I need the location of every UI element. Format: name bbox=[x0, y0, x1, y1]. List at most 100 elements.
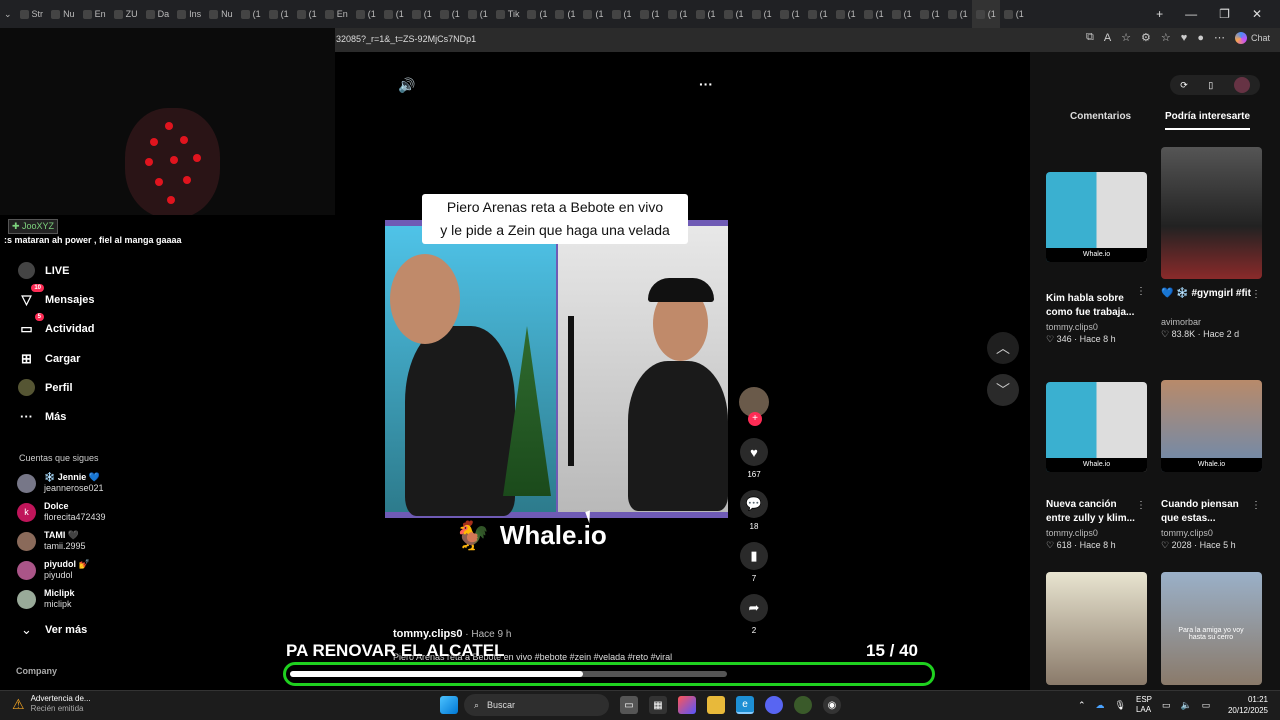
following-item[interactable]: Miclipk miclipk bbox=[17, 588, 75, 610]
open-app-icon[interactable]: ⧉ bbox=[1086, 31, 1094, 44]
language-indicator[interactable]: ESP LAA bbox=[1136, 695, 1152, 715]
author-avatar-button[interactable]: + bbox=[738, 385, 770, 427]
browser-tab[interactable]: (1 bbox=[408, 0, 436, 28]
suggested-video-card[interactable]: 💙 ❄️ #gymgirl #fit avimorbar ♡ 83.8K · H… bbox=[1161, 147, 1263, 340]
browser-tab[interactable]: En bbox=[321, 0, 352, 28]
refresh-icon[interactable]: ⟳ bbox=[1180, 80, 1188, 91]
browser-tab[interactable]: (1 bbox=[916, 0, 944, 28]
browser-tab[interactable]: (1 bbox=[888, 0, 916, 28]
device-icon[interactable]: ▯ bbox=[1208, 80, 1213, 91]
close-window-button[interactable]: ✕ bbox=[1252, 7, 1262, 21]
nav-live[interactable]: LIVE bbox=[18, 262, 69, 279]
volume-tray-icon[interactable]: 🔈 bbox=[1181, 700, 1192, 711]
card-more-icon[interactable]: ⋮ bbox=[1136, 286, 1146, 297]
browser-tab[interactable]: (1 bbox=[523, 0, 551, 28]
browser-tab[interactable]: (1 bbox=[579, 0, 607, 28]
suggested-video-card[interactable]: Para la amiga yo voy hasta su cerro bbox=[1161, 572, 1263, 685]
card-more-icon[interactable]: ⋮ bbox=[1251, 289, 1261, 300]
new-tab-button[interactable]: + bbox=[1156, 7, 1163, 21]
profile-avatar-icon[interactable]: ● bbox=[1197, 32, 1204, 44]
browser-tab[interactable]: En bbox=[79, 0, 110, 28]
browser-tab[interactable]: Str bbox=[16, 0, 48, 28]
share-button[interactable]: ➦ 2 bbox=[738, 594, 770, 635]
tab-comments[interactable]: Comentarios bbox=[1070, 111, 1131, 122]
browser-tab[interactable]: (1 bbox=[692, 0, 720, 28]
comment-button[interactable]: 💬 18 bbox=[738, 490, 770, 531]
video-thumbnail[interactable]: Whale.io bbox=[1046, 382, 1147, 472]
edge-icon[interactable]: e bbox=[736, 696, 754, 714]
card-more-icon[interactable]: ⋮ bbox=[1251, 500, 1261, 511]
following-item[interactable]: k Dolce florecita472439 bbox=[17, 501, 106, 523]
suggested-video-card[interactable]: Whale.io Kim habla sobre como fue trabaj… bbox=[1046, 172, 1148, 345]
nav-cargar[interactable]: ⊞ Cargar bbox=[18, 350, 80, 367]
video-thumbnail[interactable] bbox=[1161, 147, 1262, 279]
browser-tab[interactable]: (1 bbox=[464, 0, 492, 28]
browser-tab[interactable]: (1 bbox=[971, 0, 1000, 28]
browser-tab[interactable]: (1 bbox=[352, 0, 380, 28]
video-thumbnail[interactable]: Whale.io bbox=[1161, 380, 1262, 472]
taskbar-clock[interactable]: 01:21 20/12/2025 bbox=[1228, 694, 1268, 716]
file-explorer-icon[interactable] bbox=[707, 696, 725, 714]
browser-tab[interactable]: ZU bbox=[110, 0, 142, 28]
browser-tab[interactable]: Tik bbox=[492, 0, 524, 28]
browser-tab[interactable]: Nu bbox=[47, 0, 79, 28]
user-avatar[interactable] bbox=[1233, 77, 1250, 93]
onedrive-icon[interactable]: ☁ bbox=[1096, 700, 1105, 711]
copilot-chat-button[interactable]: Chat bbox=[1234, 31, 1270, 44]
video-author[interactable]: tommy.clips0 bbox=[393, 628, 463, 640]
store-icon[interactable]: ▦ bbox=[649, 696, 667, 714]
battery-icon[interactable]: ▭ bbox=[1202, 700, 1211, 711]
browser-tab[interactable]: (1 bbox=[608, 0, 636, 28]
task-view-icon[interactable]: ▭ bbox=[620, 696, 638, 714]
browser-tab[interactable]: (1 bbox=[293, 0, 321, 28]
browser-tab[interactable]: (1 bbox=[551, 0, 579, 28]
extensions-icon[interactable]: ⚙ bbox=[1141, 31, 1151, 44]
nav-perfil[interactable]: Perfil bbox=[18, 379, 73, 396]
browser-tab[interactable]: Da bbox=[142, 0, 174, 28]
browser-tab[interactable]: (1 bbox=[436, 0, 464, 28]
see-more-button[interactable]: ⌄ Ver más bbox=[18, 621, 87, 638]
chevron-up-icon[interactable]: ⌃ bbox=[1078, 700, 1086, 711]
app-icon[interactable] bbox=[794, 696, 812, 714]
browser-tab[interactable]: Nu bbox=[205, 0, 237, 28]
following-item[interactable]: ❄️ Jennie 💙 jeannerose021 bbox=[17, 472, 104, 494]
follow-plus-icon[interactable]: + bbox=[748, 412, 762, 426]
browser-tab[interactable]: (1 bbox=[664, 0, 692, 28]
suggested-video-card[interactable]: Whale.io Cuando piensan que estas... tom… bbox=[1161, 380, 1263, 551]
browser-tab[interactable]: (1 bbox=[776, 0, 804, 28]
suggested-video-card[interactable]: Whale.io Nueva canción entre zully y kli… bbox=[1046, 382, 1148, 551]
company-link[interactable]: Company bbox=[16, 666, 57, 676]
url-text[interactable]: 32085?_r=1&_t=ZS-92MjCs7NDp1 bbox=[336, 34, 476, 44]
browser-tab[interactable]: (1 bbox=[720, 0, 748, 28]
following-item[interactable]: TAMI 🖤 tamii.2995 bbox=[17, 530, 86, 552]
collections-icon[interactable]: ☆ bbox=[1161, 31, 1171, 44]
browser-tab[interactable]: (1 bbox=[832, 0, 860, 28]
network-icon[interactable]: ▭ bbox=[1162, 700, 1171, 711]
taskbar-search[interactable]: ⌕ Buscar bbox=[464, 694, 609, 716]
obs-icon[interactable]: ◉ bbox=[823, 696, 841, 714]
browser-tab[interactable]: (1 bbox=[265, 0, 293, 28]
tab-suggested[interactable]: Podría interesarte bbox=[1165, 111, 1251, 130]
more-options-icon[interactable]: ··· bbox=[699, 76, 713, 92]
notification-widget[interactable]: ⚠ Advertencia de... Recién emitida bbox=[12, 694, 91, 714]
nav-actividad[interactable]: ▭ 5 Actividad bbox=[18, 313, 95, 337]
following-item[interactable]: piyudol 💅 piyudol bbox=[17, 559, 90, 581]
next-video-button[interactable]: ﹀ bbox=[987, 374, 1019, 406]
browser-tab[interactable]: (1 bbox=[944, 0, 972, 28]
card-more-icon[interactable]: ⋮ bbox=[1136, 500, 1146, 511]
favorite-star-icon[interactable]: ☆ bbox=[1121, 31, 1131, 44]
windows-start-icon[interactable] bbox=[440, 696, 458, 714]
browser-tab[interactable]: (1 bbox=[636, 0, 664, 28]
tab-list-button[interactable]: ⌄ bbox=[0, 0, 16, 28]
maximize-button[interactable]: ❐ bbox=[1219, 7, 1230, 21]
browser-tab[interactable]: (1 bbox=[1000, 0, 1028, 28]
browser-tab[interactable]: (1 bbox=[237, 0, 265, 28]
video-frame[interactable] bbox=[385, 220, 728, 518]
nav-mensajes[interactable]: ▽ 10 Mensajes bbox=[18, 284, 95, 308]
volume-icon[interactable]: 🔊 bbox=[398, 77, 415, 94]
previous-video-button[interactable]: ︿ bbox=[987, 332, 1019, 364]
like-button[interactable]: ♥ 167 bbox=[738, 438, 770, 479]
video-thumbnail[interactable]: Para la amiga yo voy hasta su cerro bbox=[1161, 572, 1262, 685]
nav-mas[interactable]: ··· Más bbox=[18, 408, 66, 425]
settings-more-icon[interactable]: ⋯ bbox=[1214, 31, 1225, 44]
